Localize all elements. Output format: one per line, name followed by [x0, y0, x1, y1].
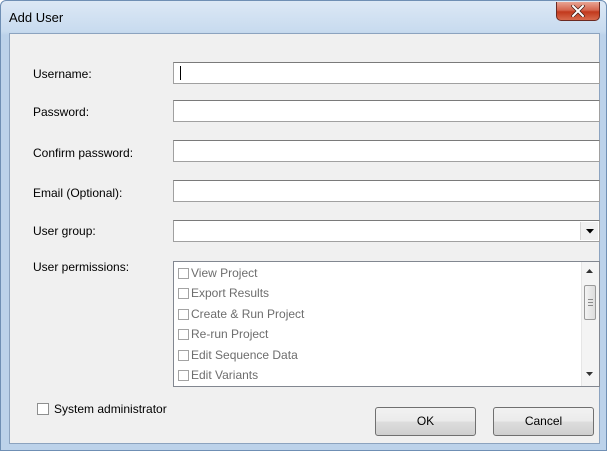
scroll-thumb[interactable] [584, 285, 596, 320]
permission-item[interactable]: Re-run Project [178, 327, 268, 347]
dropdown-button[interactable] [580, 222, 598, 240]
system-admin-checkbox[interactable] [37, 403, 49, 415]
permission-label: Export Results [191, 286, 270, 300]
password-label: Password: [33, 105, 90, 119]
grip-line [588, 305, 593, 306]
permission-checkbox[interactable] [178, 370, 189, 381]
permission-label: Edit Variants [191, 368, 259, 382]
dialog-body: Username: Password: Confirm password: Em… [9, 33, 600, 444]
permission-label: Edit Sequence Data [191, 348, 298, 362]
close-icon [571, 5, 585, 17]
permission-label: Re-run Project [191, 327, 269, 341]
user-group-label: User group: [33, 224, 96, 238]
permission-item[interactable]: Edit Sequence Data [178, 348, 298, 368]
user-group-select[interactable] [173, 220, 600, 242]
cancel-button[interactable]: Cancel [493, 407, 594, 436]
password-field[interactable] [173, 100, 600, 122]
permission-checkbox[interactable] [178, 350, 189, 361]
permissions-scrollbar[interactable] [581, 262, 599, 386]
grip-line [588, 299, 593, 300]
confirm-password-label: Confirm password: [33, 146, 134, 160]
email-field[interactable] [173, 180, 600, 202]
ok-button[interactable]: OK [375, 407, 476, 436]
permission-item[interactable]: Edit Variants [178, 368, 259, 386]
window-title: Add User [9, 10, 64, 25]
chevron-down-icon [586, 229, 594, 234]
permission-checkbox[interactable] [178, 309, 189, 320]
confirm-password-field[interactable] [173, 140, 600, 162]
system-admin-label: System administrator [54, 402, 167, 416]
scroll-up-icon[interactable] [586, 269, 593, 273]
permissions-label: User permissions: [33, 260, 130, 274]
permission-label: View Project [191, 266, 258, 280]
close-button[interactable] [556, 2, 600, 21]
permission-checkbox[interactable] [178, 268, 189, 279]
title-bar[interactable]: Add User [1, 1, 606, 33]
add-user-dialog: Add User Username: Password: Confirm pas… [0, 0, 607, 451]
username-label: Username: [33, 67, 92, 81]
scroll-down-icon[interactable] [586, 372, 593, 376]
permission-item[interactable]: View Project [178, 266, 257, 286]
grip-line [588, 302, 593, 303]
system-admin-option[interactable]: System administrator [37, 402, 167, 416]
permission-item[interactable]: Create & Run Project [178, 307, 304, 327]
permission-item[interactable]: Export Results [178, 286, 269, 306]
text-caret [180, 66, 181, 80]
email-label: Email (Optional): [33, 186, 123, 200]
permission-checkbox[interactable] [178, 288, 189, 299]
permissions-list[interactable]: View Project Export Results Create & Run… [173, 261, 600, 387]
permission-checkbox[interactable] [178, 329, 189, 340]
permission-label: Create & Run Project [191, 307, 305, 321]
username-field[interactable] [173, 62, 600, 84]
